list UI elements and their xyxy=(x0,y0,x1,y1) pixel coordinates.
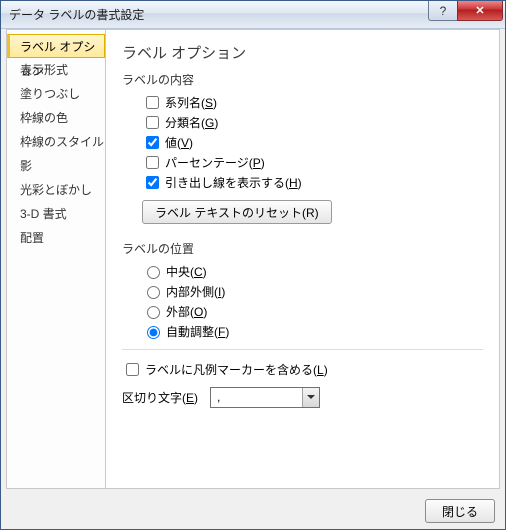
label-legend-key: ラベルに凡例マーカーを含める(L) xyxy=(145,361,328,378)
label-inside: 内部外側(I) xyxy=(166,283,225,300)
dialog-window: データ ラベルの書式設定 ? ✕ ラベル オプション表示形式塗りつぶし枠線の色枠… xyxy=(0,0,506,530)
sidebar-item-4[interactable]: 枠線のスタイル xyxy=(7,130,105,154)
close-window-button[interactable]: ✕ xyxy=(457,1,503,21)
sidebar-item-3[interactable]: 枠線の色 xyxy=(7,106,105,130)
checkbox-percent[interactable] xyxy=(146,156,159,169)
close-button[interactable]: 閉じる xyxy=(425,499,495,523)
label-value: 値(V) xyxy=(165,134,193,151)
main-panel: ラベル オプション ラベルの内容 系列名(S) 分類名(G) 値(V) パーセン… xyxy=(106,29,500,489)
label-percent: パーセンテージ(P) xyxy=(165,154,265,171)
position-center[interactable]: 中央(C) xyxy=(122,261,483,281)
position-outside[interactable]: 外部(O) xyxy=(122,301,483,321)
chevron-down-icon[interactable] xyxy=(302,388,319,407)
option-legend-key[interactable]: ラベルに凡例マーカーを含める(L) xyxy=(122,358,483,380)
label-series: 系列名(S) xyxy=(165,94,217,111)
separator-row: 区切り文字(E) , xyxy=(122,384,483,410)
sidebar: ラベル オプション表示形式塗りつぶし枠線の色枠線のスタイル影光彩とぼかし3-D … xyxy=(6,29,106,489)
position-inside[interactable]: 内部外側(I) xyxy=(122,281,483,301)
page-heading: ラベル オプション xyxy=(122,42,483,63)
reset-label-text-button[interactable]: ラベル テキストのリセット(R) xyxy=(142,200,332,224)
label-position-group: ラベルの位置 xyxy=(122,240,483,257)
sidebar-item-7[interactable]: 3-D 書式 xyxy=(7,202,105,226)
checkbox-leader[interactable] xyxy=(146,176,159,189)
label-content-group: ラベルの内容 xyxy=(122,71,483,88)
separator-combo[interactable]: , xyxy=(210,387,320,408)
label-outside: 外部(O) xyxy=(166,303,207,320)
sidebar-item-1[interactable]: 表示形式 xyxy=(7,58,105,82)
window-controls: ? ✕ xyxy=(429,1,503,21)
checkbox-legend-key[interactable] xyxy=(126,363,139,376)
window-title: データ ラベルの書式設定 xyxy=(9,6,144,23)
label-bestfit: 自動調整(F) xyxy=(166,323,229,340)
separator-value: , xyxy=(211,390,302,404)
option-leader[interactable]: 引き出し線を表示する(H) xyxy=(122,172,483,192)
option-value[interactable]: 値(V) xyxy=(122,132,483,152)
radio-bestfit[interactable] xyxy=(147,326,160,339)
reset-label-text: ラベル テキストのリセット(R) xyxy=(155,206,319,220)
checkbox-value[interactable] xyxy=(146,136,159,149)
checkbox-series[interactable] xyxy=(146,96,159,109)
option-series[interactable]: 系列名(S) xyxy=(122,92,483,112)
label-leader: 引き出し線を表示する(H) xyxy=(165,174,302,191)
separator-line xyxy=(122,349,483,350)
sidebar-item-6[interactable]: 光彩とぼかし xyxy=(7,178,105,202)
titlebar: データ ラベルの書式設定 ? ✕ xyxy=(1,1,505,29)
help-button[interactable]: ? xyxy=(428,1,458,21)
dialog-body: ラベル オプション表示形式塗りつぶし枠線の色枠線のスタイル影光彩とぼかし3-D … xyxy=(6,29,500,489)
option-category[interactable]: 分類名(G) xyxy=(122,112,483,132)
close-button-label: 閉じる xyxy=(442,505,478,519)
radio-center[interactable] xyxy=(147,266,160,279)
checkbox-category[interactable] xyxy=(146,116,159,129)
dialog-footer: 閉じる xyxy=(425,499,495,523)
sidebar-item-5[interactable]: 影 xyxy=(7,154,105,178)
separator-label: 区切り文字(E) xyxy=(122,389,198,406)
option-percent[interactable]: パーセンテージ(P) xyxy=(122,152,483,172)
sidebar-item-8[interactable]: 配置 xyxy=(7,226,105,250)
radio-inside[interactable] xyxy=(147,286,160,299)
position-bestfit[interactable]: 自動調整(F) xyxy=(122,321,483,341)
label-center: 中央(C) xyxy=(166,263,207,280)
radio-outside[interactable] xyxy=(147,306,160,319)
sidebar-item-0[interactable]: ラベル オプション xyxy=(7,34,105,58)
sidebar-item-2[interactable]: 塗りつぶし xyxy=(7,82,105,106)
label-category: 分類名(G) xyxy=(165,114,218,131)
